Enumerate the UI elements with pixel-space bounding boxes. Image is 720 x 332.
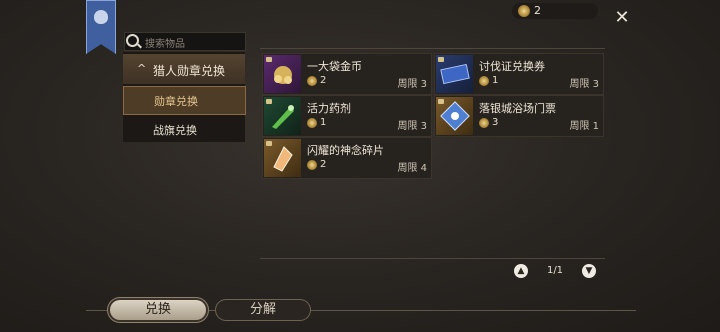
tab-decompose[interactable]: 分解 <box>216 300 310 320</box>
close-button[interactable]: ✕ <box>612 8 632 28</box>
search-placeholder: 搜索物品 <box>145 39 185 50</box>
lock-icon <box>266 99 272 104</box>
item-weekly-limit: 周限 4 <box>397 163 427 174</box>
sidebar-item-banner-exchange[interactable]: 战旗兑换 <box>123 115 245 142</box>
divider <box>260 48 605 49</box>
shop-item-potion[interactable]: 活力药剂 1 周限 3 <box>262 95 432 137</box>
item-name: 闪耀的神念碎片 <box>307 144 384 157</box>
tab-exchange[interactable]: 兑换 <box>110 300 206 320</box>
medal-currency-icon <box>307 118 317 128</box>
divider <box>260 258 605 259</box>
medal-currency-icon <box>479 76 489 86</box>
item-name: 一大袋金币 <box>307 60 362 73</box>
shop-item-shard[interactable]: 闪耀的神念碎片 2 周限 4 <box>262 137 432 179</box>
currency-display: 2 <box>512 3 598 19</box>
shop-item-voucher[interactable]: 讨伐证兑换券 1 周限 3 <box>434 53 604 95</box>
item-cost: 1 <box>492 75 499 86</box>
sidebar-item-label: 战旗兑换 <box>153 124 197 137</box>
page-up-button[interactable]: ▲ <box>514 264 528 278</box>
item-cost: 1 <box>320 117 327 128</box>
bag-icon <box>94 10 108 24</box>
page-down-button[interactable]: ▼ <box>582 264 596 278</box>
item-name: 讨伐证兑换券 <box>479 60 545 73</box>
item-weekly-limit: 周限 3 <box>397 79 427 90</box>
item-weekly-limit: 周限 3 <box>569 79 599 90</box>
chevron-up-icon: ^ <box>137 62 147 75</box>
guild-banner-icon <box>86 0 116 54</box>
shop-item-bath-ticket[interactable]: 落银城浴场门票 3 周限 1 <box>434 95 604 137</box>
sidebar-section-header[interactable]: ^ 猎人勋章兑换 <box>123 54 245 84</box>
item-name: 活力药剂 <box>307 102 351 115</box>
shop-item-gold-bag[interactable]: 一大袋金币 2 周限 3 <box>262 53 432 95</box>
lock-icon <box>266 141 272 146</box>
item-cost: 2 <box>320 159 327 170</box>
medal-currency-icon <box>518 5 530 17</box>
medal-currency-icon <box>307 76 317 86</box>
item-weekly-limit: 周限 3 <box>397 121 427 132</box>
lock-icon <box>438 57 444 62</box>
item-name: 落银城浴场门票 <box>479 102 556 115</box>
medal-currency-icon <box>307 160 317 170</box>
lock-icon <box>438 99 444 104</box>
item-weekly-limit: 周限 1 <box>569 121 599 132</box>
sidebar-section-title: 猎人勋章兑换 <box>153 64 226 78</box>
page-indicator: 1/1 <box>546 265 564 276</box>
currency-amount: 2 <box>534 4 541 17</box>
item-cost: 2 <box>320 75 327 86</box>
item-cost: 3 <box>492 117 499 128</box>
search-input[interactable]: 搜索物品 <box>124 32 246 51</box>
lock-icon <box>266 57 272 62</box>
sidebar-item-medal-exchange[interactable]: 勋章兑换 <box>123 86 246 115</box>
medal-currency-icon <box>479 118 489 128</box>
sidebar-item-label: 勋章兑换 <box>154 95 198 108</box>
search-icon <box>126 34 139 47</box>
